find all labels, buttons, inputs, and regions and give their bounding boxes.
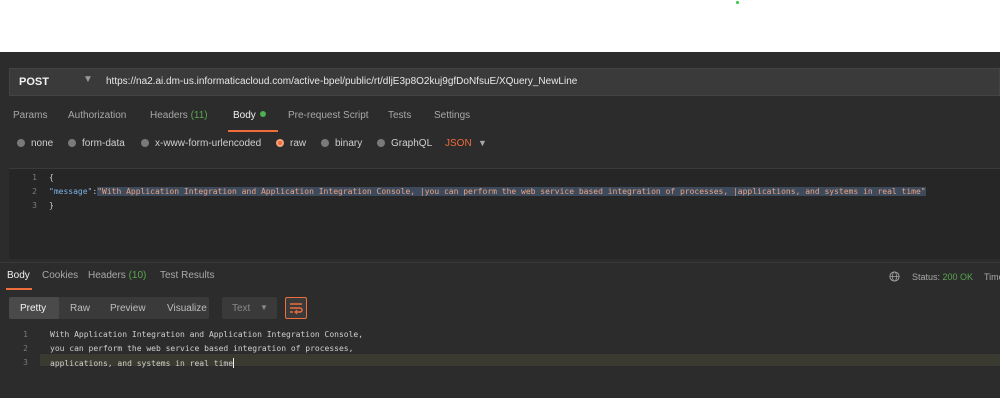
status-value: 200 OK: [942, 272, 974, 282]
radio-urlencoded[interactable]: x-www-form-urlencoded: [141, 138, 261, 149]
request-tabs: Params Authorization Headers (11) Body P…: [0, 110, 1000, 128]
indicator-dot: [736, 1, 739, 4]
resp-tab-headers[interactable]: Headers (10): [88, 270, 146, 281]
body-indicator-dot: [259, 111, 266, 117]
line-number: 2: [23, 344, 28, 353]
active-resp-tab-underline: [6, 288, 32, 290]
resp-tab-cookies[interactable]: Cookies: [42, 270, 78, 281]
code-line: }: [49, 201, 54, 210]
radio-label: form-data: [82, 138, 125, 149]
status-label: Status:: [912, 272, 941, 282]
response-tabs: Body Cookies Headers (10) Test Results: [0, 270, 1000, 286]
visualize-button[interactable]: Visualize: [167, 303, 207, 314]
radio-circle: [321, 139, 329, 147]
radio-label: x-www-form-urlencoded: [155, 138, 262, 149]
pretty-button[interactable]: Pretty: [20, 303, 46, 314]
url-input[interactable]: https://na2.ai.dm-us.informaticacloud.co…: [106, 76, 577, 87]
request-body-editor[interactable]: 1 2 3 { "message":"With Application Inte…: [9, 168, 1000, 259]
chevron-down-icon: ▼: [260, 303, 268, 312]
tab-params[interactable]: Params: [13, 110, 47, 121]
wrap-lines-button[interactable]: [285, 297, 307, 319]
response-line: applications, and systems in real time: [50, 358, 235, 368]
radio-circle: [377, 139, 385, 147]
request-url-bar[interactable]: POST ▼ https://na2.ai.dm-us.informaticac…: [9, 68, 1000, 96]
radio-graphql[interactable]: GraphQL: [377, 138, 432, 149]
response-line: With Application Integration and Applica…: [50, 330, 364, 339]
json-key: "message": [49, 187, 93, 196]
format-select[interactable]: JSON: [445, 138, 472, 149]
response-view-toolbar: Pretty Raw Preview Visualize: [9, 297, 209, 319]
radio-circle: [68, 139, 76, 147]
line-number: 3: [23, 358, 28, 367]
response-line: you can perform the web service based in…: [50, 344, 354, 353]
tab-authorization[interactable]: Authorization: [68, 110, 126, 121]
code-line: {: [49, 173, 54, 182]
body-type-radios: none form-data x-www-form-urlencoded raw…: [0, 138, 1000, 156]
radio-none[interactable]: none: [17, 138, 53, 149]
response-line-text: applications, and systems in real time: [50, 359, 234, 368]
json-value: "With Application Integration and Applic…: [97, 187, 926, 196]
preview-button[interactable]: Preview: [110, 303, 146, 314]
status-display: Status: 200 OK: [912, 272, 973, 282]
resp-tab-headers-count: (10): [128, 270, 147, 281]
top-blank-area: [0, 0, 1000, 52]
tab-headers-count: (11): [190, 110, 208, 121]
radio-label: none: [31, 138, 54, 149]
postman-app: POST ▼ https://na2.ai.dm-us.informaticac…: [0, 52, 1000, 398]
radio-form-data[interactable]: form-data: [68, 138, 125, 149]
radio-raw[interactable]: raw: [276, 138, 306, 149]
line-number: 2: [32, 187, 37, 196]
tab-body-label: Body: [233, 110, 256, 121]
resp-tab-body[interactable]: Body: [7, 270, 30, 281]
globe-icon[interactable]: [889, 271, 900, 282]
radio-circle: [17, 139, 25, 147]
radio-label: GraphQL: [391, 138, 433, 149]
line-number: 3: [32, 201, 37, 210]
resp-tab-test-results[interactable]: Test Results: [160, 270, 214, 281]
chevron-down-icon[interactable]: ▼: [478, 138, 487, 148]
tab-body[interactable]: Body: [233, 110, 266, 121]
radio-circle: [141, 139, 149, 147]
radio-circle-selected: [276, 139, 284, 147]
pane-divider[interactable]: [0, 262, 1000, 263]
radio-label: raw: [290, 138, 307, 149]
time-label: Time: [984, 272, 1000, 282]
tab-settings[interactable]: Settings: [434, 110, 470, 121]
radio-label: binary: [335, 138, 363, 149]
line-number: 1: [32, 173, 37, 182]
wrap-lines-icon: [290, 303, 303, 315]
response-format-select[interactable]: Text ▼: [222, 297, 277, 319]
code-line: "message":"With Application Integration …: [49, 187, 926, 196]
response-format-label: Text: [232, 303, 251, 314]
line-number: 1: [23, 330, 28, 339]
text-cursor: [233, 358, 235, 368]
radio-binary[interactable]: binary: [321, 138, 362, 149]
resp-tab-headers-label: Headers: [88, 270, 126, 281]
tab-headers[interactable]: Headers (11): [150, 110, 208, 121]
tab-headers-label: Headers: [150, 110, 188, 121]
tab-tests[interactable]: Tests: [388, 110, 411, 121]
tab-pre-request-script[interactable]: Pre-request Script: [288, 110, 369, 121]
active-tab-underline: [228, 130, 278, 132]
method-select[interactable]: POST: [19, 76, 49, 88]
chevron-down-icon[interactable]: ▼: [83, 74, 93, 85]
raw-button[interactable]: Raw: [70, 303, 90, 314]
